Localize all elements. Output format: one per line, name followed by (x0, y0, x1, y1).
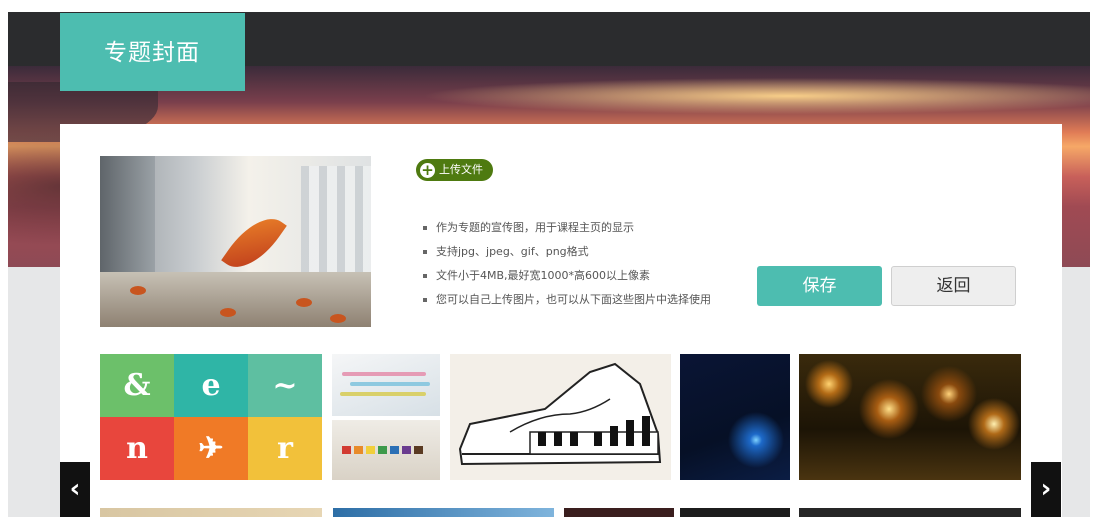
gallery-image[interactable] (680, 508, 790, 517)
tip-item: 您可以自己上传图片，也可以从下面这些图片中选择使用 (422, 288, 711, 312)
paint-swatch (366, 446, 375, 454)
upload-file-button[interactable]: + 上传文件 (416, 159, 493, 181)
pencil (340, 392, 426, 396)
back-button[interactable]: 返回 (891, 266, 1016, 306)
gallery-next-button[interactable]: › (1031, 462, 1061, 517)
page-title: 专题封面 (104, 40, 200, 66)
gallery-image-paintbox[interactable] (332, 420, 440, 480)
fallen-leaf (296, 298, 312, 307)
cover-preview-image (100, 156, 371, 327)
upload-file-label: 上传文件 (439, 163, 483, 176)
paint-swatch (354, 446, 363, 454)
gallery-image-icons[interactable]: & e ~ n ✈ r (100, 354, 322, 480)
ampersand-tile-icon: & (100, 354, 174, 417)
fallen-leaf (130, 286, 146, 295)
sneaker-illustration (458, 362, 662, 466)
tip-item: 文件小于4MB,最好宽1000*高600以上像素 (422, 264, 711, 288)
paint-swatch (378, 446, 387, 454)
fallen-leaf (220, 308, 236, 317)
pencil (342, 372, 426, 376)
tip-item: 支持jpg、jpeg、gif、png格式 (422, 240, 711, 264)
cover-panel: + 上传文件 作为专题的宣传图，用于课程主页的显示 支持jpg、jpeg、gif… (60, 124, 1062, 517)
e-tile-icon: e (174, 354, 248, 417)
rc-tile-icon: r (248, 417, 322, 480)
gallery-image[interactable] (564, 508, 674, 517)
paint-swatch (402, 446, 411, 454)
cover-railing-left (100, 156, 155, 276)
title-tab: 专题封面 (60, 13, 245, 91)
gallery-image[interactable] (333, 508, 554, 517)
mustache-tile-icon: ~ (248, 354, 322, 417)
nv-tile-icon: n (100, 417, 174, 480)
gallery-image[interactable] (799, 508, 1021, 517)
gallery-image[interactable] (100, 508, 322, 517)
paint-swatch (414, 446, 423, 454)
chevron-right-icon: › (1040, 474, 1052, 504)
gallery-image-sneaker[interactable] (450, 354, 671, 480)
chevron-left-icon: ‹ (69, 474, 81, 504)
upload-tips-list: 作为专题的宣传图，用于课程主页的显示 支持jpg、jpeg、gif、png格式 … (422, 216, 711, 312)
gallery-image-blue-light[interactable] (680, 354, 790, 480)
fallen-leaf (330, 314, 346, 323)
plus-circle-icon: + (420, 160, 435, 179)
pencil (350, 382, 430, 386)
gallery-prev-button[interactable]: ‹ (60, 462, 90, 517)
tip-item: 作为专题的宣传图，用于课程主页的显示 (422, 216, 711, 240)
gallery-image-pencils[interactable] (332, 354, 440, 416)
gallery-image-glass-balls[interactable] (799, 354, 1021, 480)
paint-swatch (342, 446, 351, 454)
paint-swatch (390, 446, 399, 454)
cover-railing-right (301, 166, 371, 276)
page: 专题封面 + 上传文件 作为专题的宣传图，用于课程主页的显示 支持jpg、jpe… (0, 0, 1102, 517)
bird-tile-icon: ✈ (174, 417, 248, 480)
save-button[interactable]: 保存 (757, 266, 882, 306)
leaf-icon (221, 206, 287, 280)
